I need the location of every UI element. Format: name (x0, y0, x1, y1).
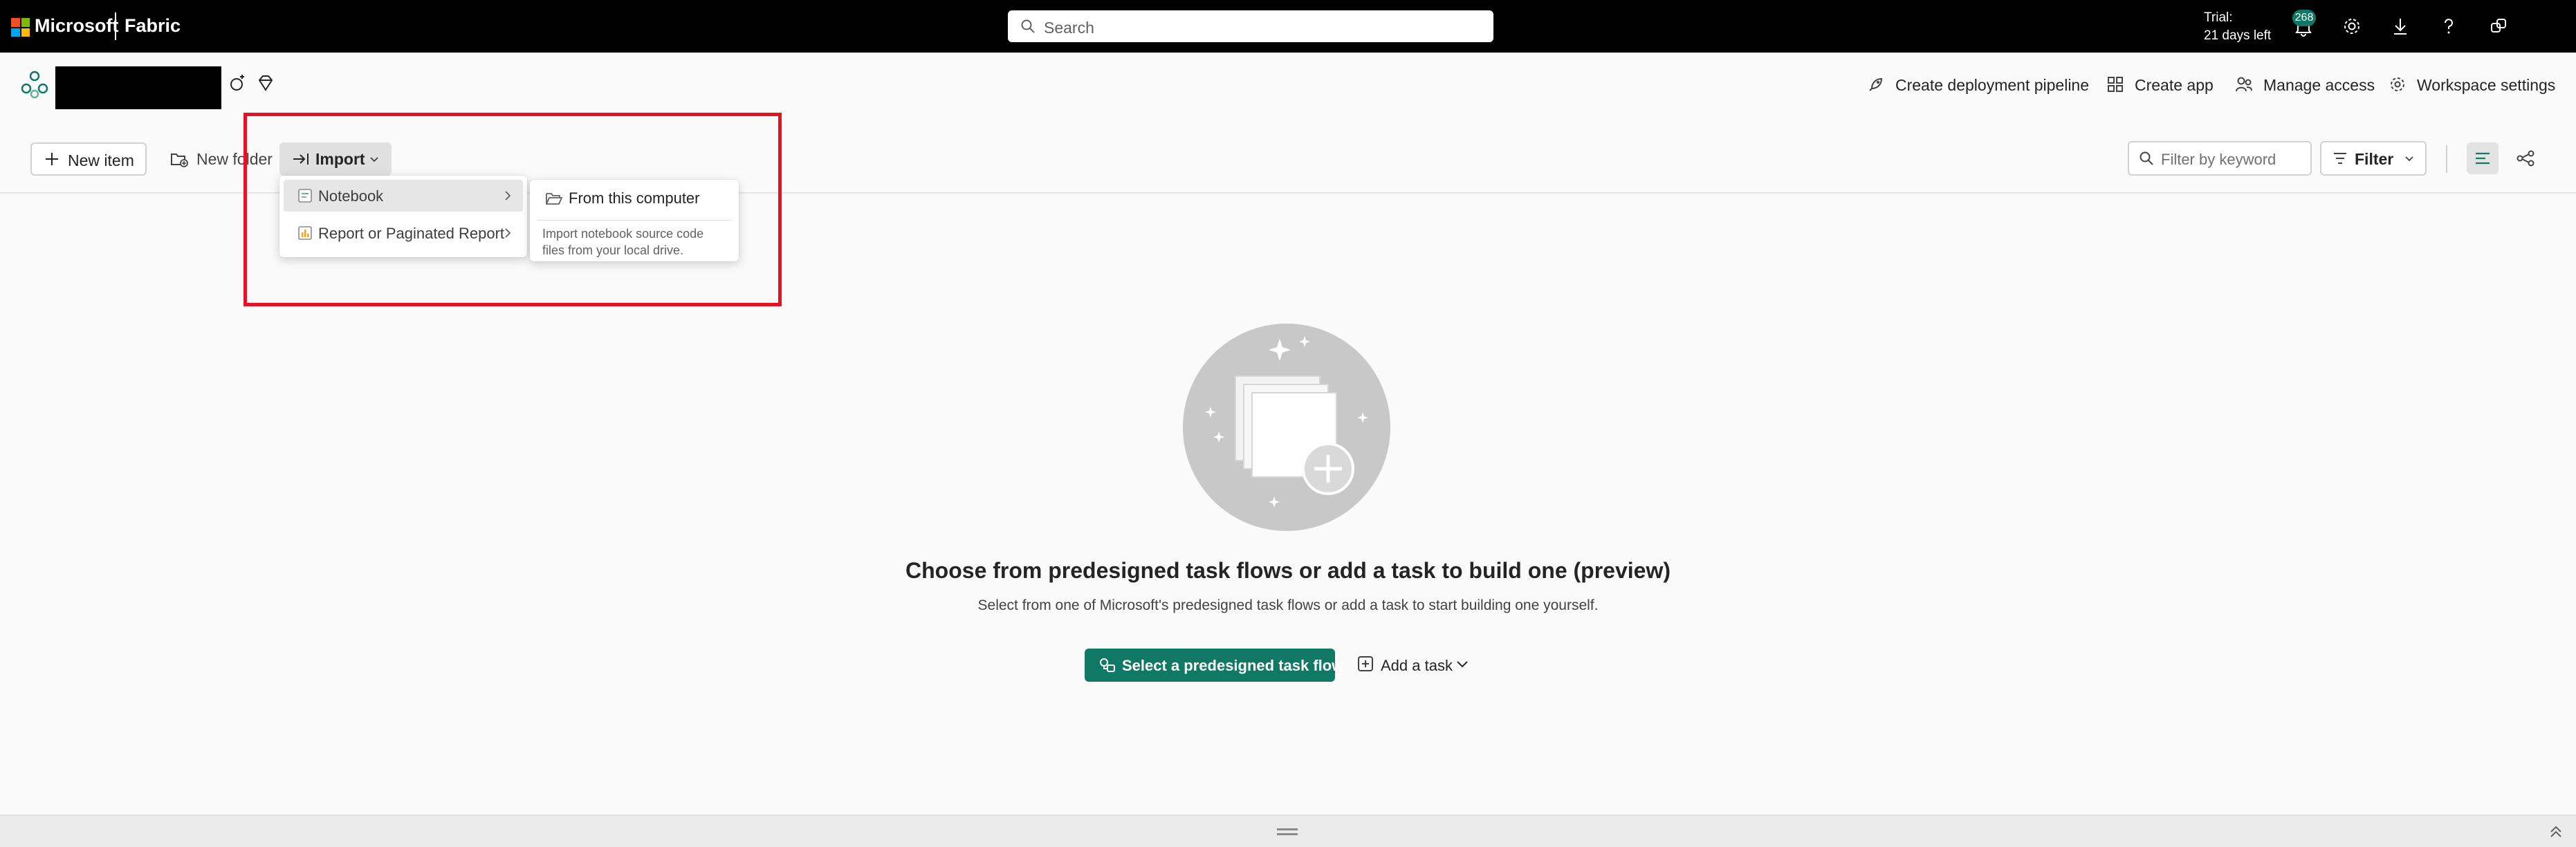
share-icon[interactable] (2486, 14, 2511, 39)
task-flow-icon (1100, 658, 1115, 672)
brand-divider (115, 12, 116, 40)
workspace-settings-label: Workspace settings (2417, 76, 2556, 94)
microsoft-logo-icon (11, 18, 30, 37)
workspace-identity-icon[interactable] (228, 73, 248, 93)
filter-label: Filter (2355, 150, 2394, 168)
list-view-button[interactable] (2467, 142, 2499, 174)
chevron-down-icon (2405, 156, 2413, 162)
select-predesigned-task-flow-button[interactable]: Select a predesigned task flow (1085, 649, 1343, 682)
trial-label: Trial: (2204, 10, 2233, 25)
trial-status[interactable]: Trial: 21 days left (2204, 9, 2271, 45)
lineage-view-button[interactable] (2510, 142, 2541, 174)
premium-capacity-icon[interactable] (256, 73, 275, 93)
new-folder-icon (171, 153, 188, 167)
brand-name[interactable]: Microsoft (35, 15, 119, 37)
workspace-name (55, 66, 221, 109)
bottom-panel-bar (0, 815, 2576, 847)
plus-icon (46, 153, 58, 165)
list-view-icon (2476, 152, 2490, 165)
expand-up-icon[interactable] (2547, 823, 2565, 841)
people-icon (2236, 77, 2252, 92)
task-flow-illustration-icon (1183, 324, 1390, 531)
settings-icon[interactable] (2339, 14, 2364, 39)
filter-button[interactable]: Filter (2320, 141, 2427, 176)
search-icon (2140, 151, 2153, 165)
empty-state-title: Choose from predesigned task flows or ad… (905, 558, 1671, 583)
chevron-down-icon (1457, 661, 1468, 668)
help-icon[interactable] (2436, 14, 2461, 39)
workspace-icon (21, 71, 48, 99)
app-grid-icon (2108, 77, 2123, 92)
rocket-icon (1869, 77, 1883, 91)
search-placeholder: Search (1044, 19, 1094, 37)
create-deployment-pipeline-label: Create deployment pipeline (1895, 76, 2090, 94)
manage-access-label: Manage access (2263, 76, 2375, 94)
trial-days-left: 21 days left (2204, 28, 2272, 43)
product-name[interactable]: Fabric (125, 15, 181, 37)
empty-state-subtitle: Select from one of Microsoft's predesign… (977, 597, 1599, 613)
settings-gear-icon (2391, 77, 2404, 91)
create-app-button[interactable]: Create app (2106, 75, 2223, 98)
new-item-label: New item (68, 151, 134, 169)
search-icon (1021, 19, 1035, 33)
resize-handle-icon[interactable] (1277, 828, 1298, 838)
manage-access-button[interactable]: Manage access (2234, 75, 2380, 98)
toolbar-divider (2446, 145, 2447, 173)
add-a-task-label: Add a task (1381, 657, 1453, 674)
create-app-label: Create app (2135, 76, 2214, 94)
download-icon[interactable] (2388, 14, 2413, 39)
filter-placeholder: Filter by keyword (2161, 151, 2276, 168)
top-bar: Microsoft Fabric Search Trial: 21 days l… (0, 0, 2576, 53)
annotation-highlight-box (243, 113, 782, 306)
filter-by-keyword-input[interactable]: Filter by keyword (2128, 141, 2312, 176)
filter-lines-icon (2334, 153, 2346, 164)
notification-count-badge: 268 (2292, 10, 2316, 26)
create-deployment-pipeline-button[interactable]: Create deployment pipeline (1866, 75, 2089, 98)
add-square-icon (1358, 656, 1373, 671)
workspace-settings-button[interactable]: Workspace settings (2388, 75, 2568, 98)
add-a-task-button[interactable]: Add a task (1357, 653, 1475, 680)
select-task-flow-label: Select a predesigned task flow (1122, 657, 1344, 674)
account-avatar[interactable] (2519, 0, 2576, 53)
lineage-icon (2517, 150, 2534, 167)
global-search-input[interactable]: Search (1008, 10, 1493, 42)
new-item-button[interactable]: New item (30, 142, 147, 176)
